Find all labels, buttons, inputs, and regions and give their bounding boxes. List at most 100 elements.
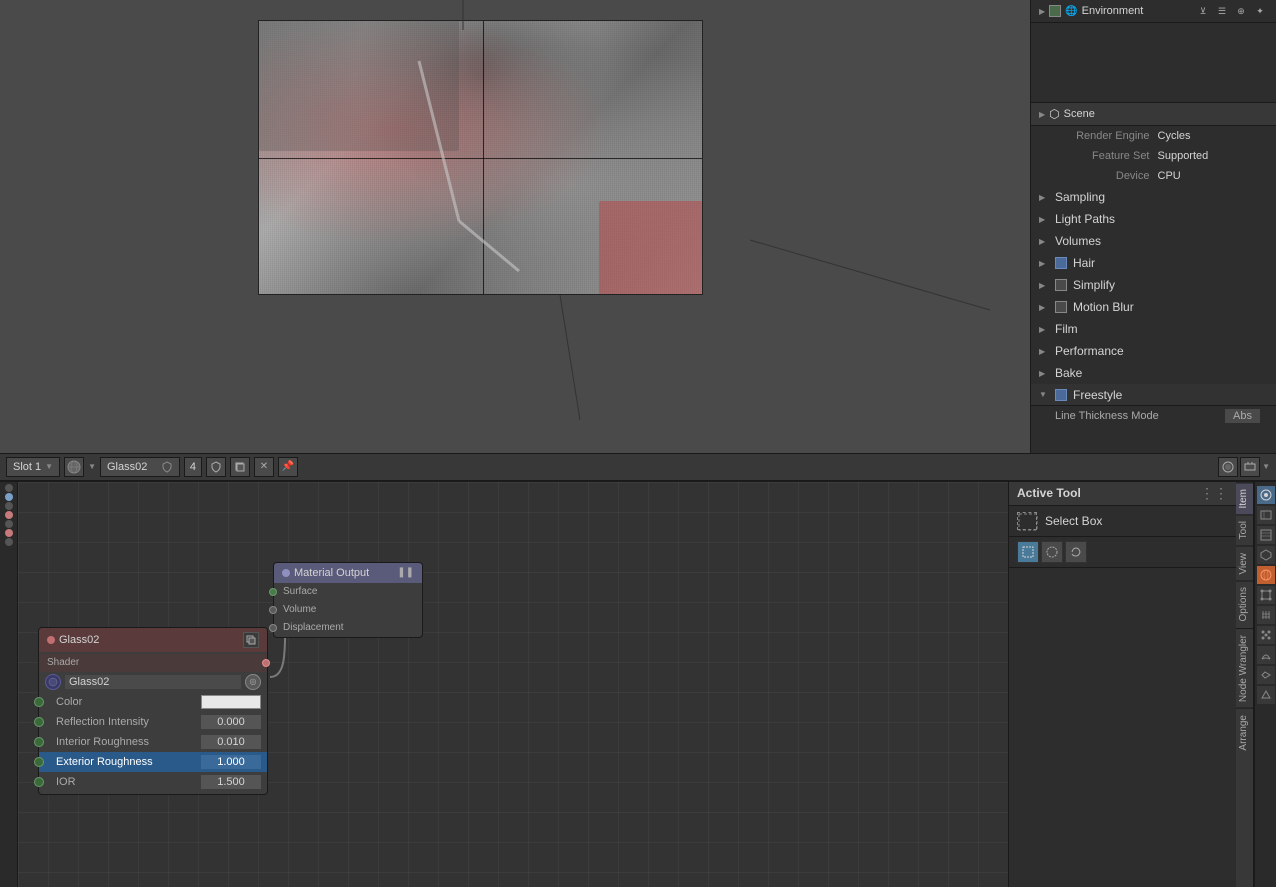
node-pause-icon[interactable]: ❚❚ xyxy=(397,567,414,578)
volumes-section[interactable]: ▶ Volumes xyxy=(1031,230,1276,252)
hair-section[interactable]: ▶ Hair xyxy=(1031,252,1276,274)
scene-label: Scene xyxy=(1064,108,1095,120)
render-btn[interactable] xyxy=(1218,457,1238,477)
socket-color-in[interactable] xyxy=(34,697,44,707)
tab-options[interactable]: Options xyxy=(1236,580,1253,627)
freestyle-checkbox[interactable] xyxy=(1055,389,1067,401)
tab-item[interactable]: Item xyxy=(1236,482,1253,514)
tab-view[interactable]: View xyxy=(1236,546,1253,581)
feature-set-row: Feature Set Supported xyxy=(1031,146,1276,166)
socket-interior-in[interactable] xyxy=(34,737,44,747)
node-glass02[interactable]: Glass02 Sha xyxy=(38,627,268,795)
glass02-name-text[interactable]: Glass02 xyxy=(65,675,241,689)
reflection-label: Reflection Intensity xyxy=(56,716,197,728)
tab-tool[interactable]: Tool xyxy=(1236,514,1253,545)
glass02-name-field-row: Glass02 ◎ xyxy=(39,672,267,692)
node-material-output[interactable]: Material Output ❚❚ Surface Volume xyxy=(273,562,423,638)
hair-checkbox[interactable] xyxy=(1055,257,1067,269)
pin-btn[interactable]: 📌 xyxy=(278,457,298,477)
arrow-icon[interactable]: ▶ xyxy=(1039,7,1045,16)
tab-node-wrangler[interactable]: Node Wrangler xyxy=(1236,628,1253,708)
props-object-data-icon[interactable] xyxy=(1257,686,1275,704)
socket-surface-in[interactable] xyxy=(269,588,277,596)
line-thickness-mode-value[interactable]: Abs xyxy=(1225,409,1260,423)
socket-displacement-in[interactable] xyxy=(269,624,277,632)
device-value[interactable]: CPU xyxy=(1158,170,1269,182)
glass02-browse-icon[interactable]: ◎ xyxy=(245,674,261,690)
copy-btn[interactable] xyxy=(230,457,250,477)
socket-volume-in[interactable] xyxy=(269,606,277,614)
strip-dot-5 xyxy=(5,520,13,528)
panel-toggle-icon[interactable]: ▶ xyxy=(1039,110,1045,119)
shader-editor[interactable]: Material Output ❚❚ Surface Volume xyxy=(18,482,1008,887)
glass02-interior-roughness-row[interactable]: Interior Roughness xyxy=(39,732,267,752)
props-world-icon[interactable] xyxy=(1257,566,1275,584)
props-object-icon[interactable] xyxy=(1257,586,1275,604)
delete-btn[interactable]: ✕ xyxy=(254,457,274,477)
color-swatch[interactable] xyxy=(201,695,261,709)
props-modifier-icon[interactable] xyxy=(1257,606,1275,624)
shield-btn[interactable] xyxy=(206,457,226,477)
socket-reflection-in[interactable] xyxy=(34,717,44,727)
env-icon-4[interactable]: ✦ xyxy=(1252,3,1268,19)
props-scene-icon[interactable] xyxy=(1257,546,1275,564)
props-render-icon[interactable] xyxy=(1257,486,1275,504)
performance-section[interactable]: ▶ Performance xyxy=(1031,340,1276,362)
device-label: Device xyxy=(1039,170,1158,182)
glass02-copy-icon[interactable] xyxy=(243,632,259,648)
exterior-roughness-value[interactable] xyxy=(201,755,261,769)
motion-blur-section[interactable]: ▶ Motion Blur xyxy=(1031,296,1276,318)
interior-roughness-value[interactable] xyxy=(201,735,261,749)
performance-arrow: ▶ xyxy=(1039,347,1049,356)
glass02-ior-row[interactable]: IOR xyxy=(39,772,267,792)
strip-dot-7 xyxy=(5,538,13,546)
node-socket-surface: Surface xyxy=(274,583,422,601)
motion-blur-label: Motion Blur xyxy=(1073,300,1134,314)
glass02-reflection-row[interactable]: Reflection Intensity xyxy=(39,712,267,732)
props-constraints-icon[interactable] xyxy=(1257,666,1275,684)
bake-section[interactable]: ▶ Bake xyxy=(1031,362,1276,384)
render-engine-row: Render Engine Cycles xyxy=(1031,126,1276,146)
freestyle-section[interactable]: ▼ Freestyle xyxy=(1031,384,1276,406)
env-type-icon: 🌐 xyxy=(1065,6,1077,17)
socket-exterior-in[interactable] xyxy=(34,757,44,767)
props-physics-icon[interactable] xyxy=(1257,646,1275,664)
bottom-left-area: Material Output ❚❚ Surface Volume xyxy=(18,482,1276,887)
reflection-value[interactable] xyxy=(201,715,261,729)
render-image xyxy=(258,20,703,295)
copy-icon xyxy=(234,461,246,473)
simplify-section[interactable]: ▶ Simplify xyxy=(1031,274,1276,296)
tool-mode-lasso[interactable] xyxy=(1065,541,1087,563)
motion-blur-checkbox[interactable] xyxy=(1055,301,1067,313)
slot-selector[interactable]: Slot 1 ▼ xyxy=(6,457,60,477)
sampling-section[interactable]: ▶ Sampling xyxy=(1031,186,1276,208)
panel-options-dots[interactable]: ⋮⋮ xyxy=(1200,485,1228,502)
tool-mode-circle[interactable] xyxy=(1041,541,1063,563)
socket-shader-out[interactable] xyxy=(262,659,270,667)
view-dropdown-icon[interactable]: ▼ xyxy=(1262,462,1270,471)
film-section[interactable]: ▶ Film xyxy=(1031,318,1276,340)
props-output-icon[interactable] xyxy=(1257,506,1275,524)
node-socket-volume: Volume xyxy=(274,601,422,619)
tool-mode-box[interactable] xyxy=(1017,541,1039,563)
socket-ior-in[interactable] xyxy=(34,777,44,787)
env-icon-3[interactable]: ⊕ xyxy=(1233,3,1249,19)
view-btn[interactable] xyxy=(1240,457,1260,477)
volumes-label: Volumes xyxy=(1055,234,1101,248)
simplify-checkbox[interactable] xyxy=(1055,279,1067,291)
ior-value[interactable] xyxy=(201,775,261,789)
props-view-layer-icon[interactable] xyxy=(1257,526,1275,544)
render-engine-value[interactable]: Cycles xyxy=(1158,130,1269,142)
light-paths-section[interactable]: ▶ Light Paths xyxy=(1031,208,1276,230)
glass02-exterior-roughness-row[interactable]: Exterior Roughness xyxy=(39,752,267,772)
env-icon-2[interactable]: ☰ xyxy=(1214,3,1230,19)
feature-set-value[interactable]: Supported xyxy=(1158,150,1269,162)
material-preview-btn[interactable] xyxy=(64,457,84,477)
material-name-field[interactable]: Glass02 xyxy=(100,457,180,477)
props-particles-icon[interactable] xyxy=(1257,626,1275,644)
checkbox-env[interactable] xyxy=(1049,5,1061,17)
slot-number: 4 xyxy=(184,457,202,477)
sphere-dropdown-icon[interactable]: ▼ xyxy=(88,462,96,471)
tab-arrange[interactable]: Arrange xyxy=(1236,708,1253,757)
env-icon-1[interactable]: ⊻ xyxy=(1195,3,1211,19)
